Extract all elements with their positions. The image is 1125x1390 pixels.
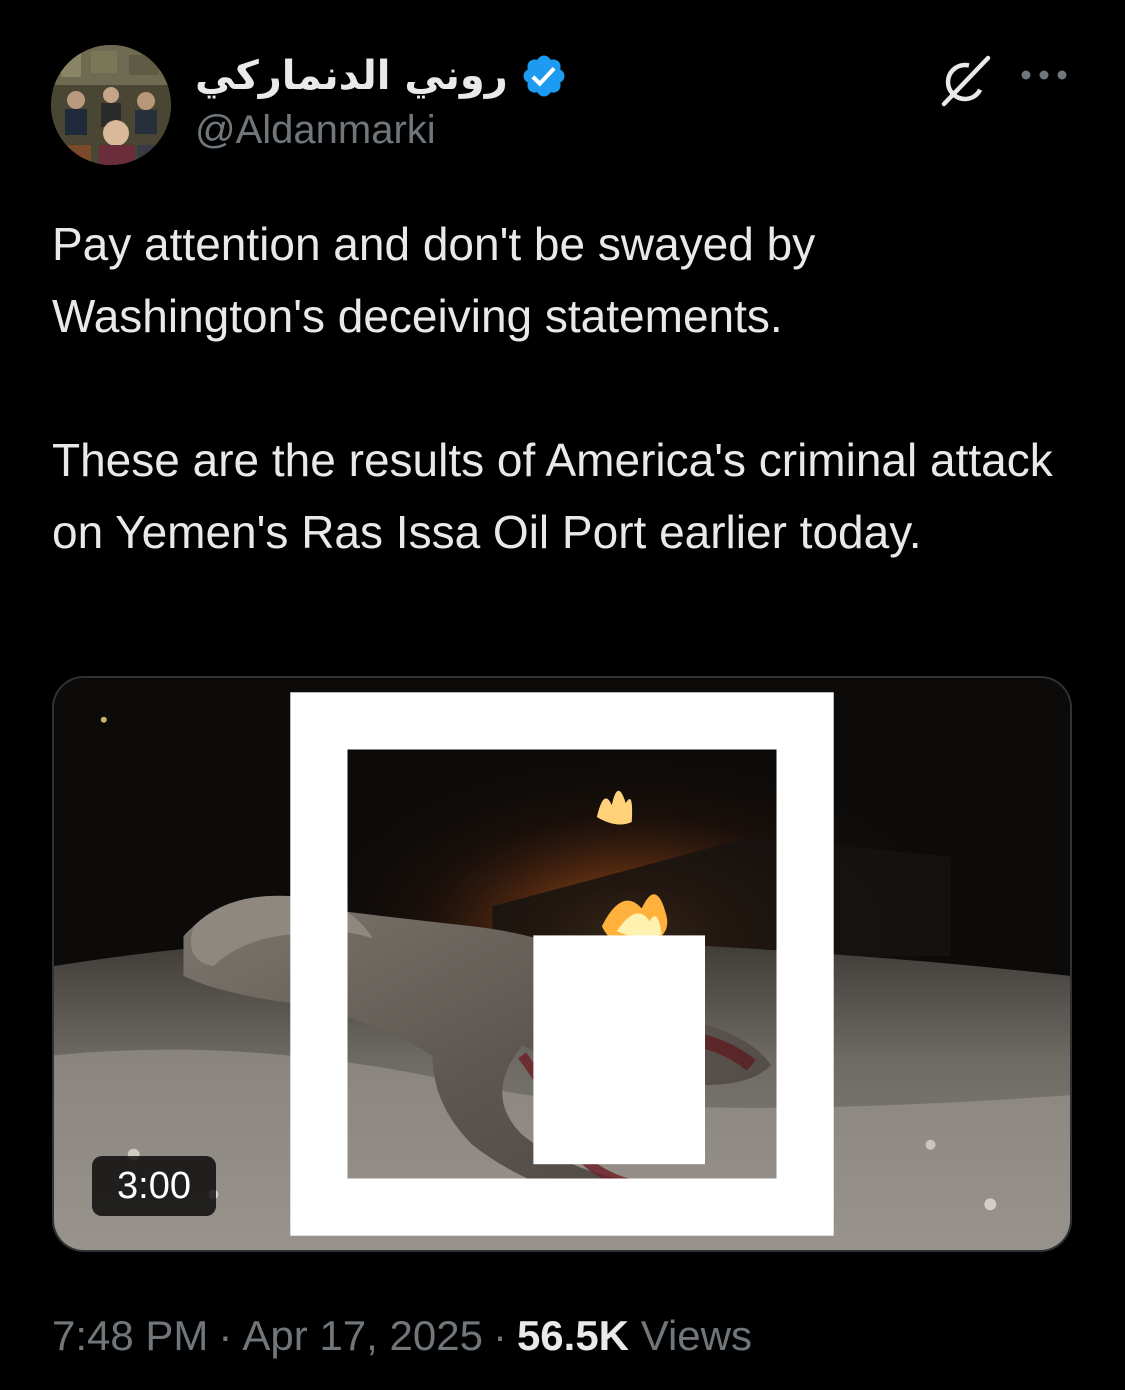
tweet: روني الدنماركي @Aldanmarki Pay attention… <box>0 0 1125 1390</box>
avatar-photo <box>51 45 171 165</box>
avatar[interactable] <box>51 45 171 165</box>
views-count[interactable]: 56.5K <box>517 1312 629 1359</box>
tweet-meta: 7:48 PM · Apr 17, 2025 · 56.5K Views <box>52 1306 752 1366</box>
grok-icon[interactable] <box>938 52 994 108</box>
author-handle[interactable]: @Aldanmarki <box>195 108 436 153</box>
verified-badge-icon <box>523 55 565 97</box>
tweet-time[interactable]: 7:48 PM <box>52 1312 208 1359</box>
meta-separator: · <box>492 1312 507 1359</box>
views-label: Views <box>640 1312 752 1359</box>
video-player[interactable]: 3:00 <box>52 676 1072 1252</box>
more-horizontal-icon[interactable] <box>1018 60 1070 90</box>
tweet-paragraph-1: Pay attention and don't be swayed by Was… <box>52 218 816 342</box>
tweet-text: Pay attention and don't be swayed by Was… <box>52 208 1072 568</box>
author-name-row: روني الدنماركي <box>195 48 568 104</box>
media-corner-icon <box>290 692 834 1236</box>
meta-separator: · <box>218 1312 233 1359</box>
tweet-paragraph-2: These are the results of America's crimi… <box>52 434 1053 558</box>
tweet-date[interactable]: Apr 17, 2025 <box>242 1312 483 1359</box>
author-display-name[interactable]: روني الدنماركي <box>195 53 508 99</box>
